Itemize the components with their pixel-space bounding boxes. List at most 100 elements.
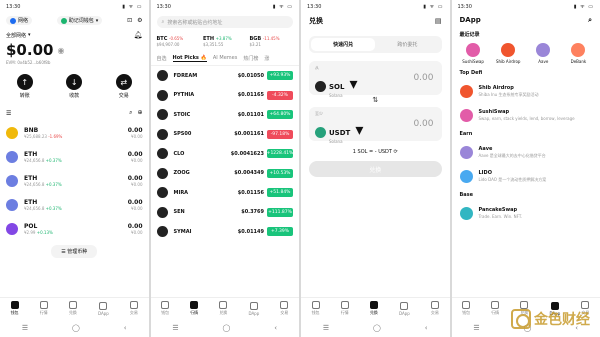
dapp-description: Swap, earn, stack yields, lend, borrow, … bbox=[478, 116, 575, 121]
swap-tab-icon bbox=[520, 301, 529, 309]
asset-row[interactable]: POL ¥2.99 +0.13% 0.00 ¥0.00 bbox=[0, 217, 149, 241]
market-row[interactable]: MIRA $0.01156 +51.84% bbox=[151, 183, 300, 203]
market-row[interactable]: SPS00 $0.001161 -97.18% bbox=[151, 125, 300, 145]
bell-icon[interactable]: 🔔︎ bbox=[134, 31, 143, 39]
tab-favorites[interactable]: 自选 bbox=[157, 55, 167, 62]
transfer-button[interactable]: ↑ 转账 bbox=[16, 74, 33, 99]
search-icon[interactable]: ⌕ bbox=[588, 16, 592, 25]
tab-trade[interactable]: 交易 bbox=[129, 301, 138, 316]
tab-market[interactable]: 行情 bbox=[39, 301, 48, 316]
swap-button[interactable]: 兑换 bbox=[309, 161, 442, 177]
token-name: MIRA bbox=[173, 189, 189, 196]
tab-swap[interactable]: 兑换 bbox=[369, 301, 378, 316]
dapp-list-item[interactable]: Aave Aave 是全球最大的去中心化借贷平台 bbox=[452, 140, 600, 164]
market-row[interactable]: SEN $0.3769 +111.87% bbox=[151, 203, 300, 223]
manage-tokens-button[interactable]: ☰ 管理币种 bbox=[51, 245, 98, 258]
tab-swap[interactable]: 兑换 bbox=[219, 301, 228, 316]
tab-dapp[interactable]: DApp bbox=[248, 301, 259, 316]
back-icon[interactable]: ‹ bbox=[124, 324, 127, 332]
search-input[interactable]: ⌕ 搜索名称或粘贴合约地址 bbox=[156, 16, 293, 28]
asset-row[interactable]: BNB ¥25,688.23 -1.69% 0.00 ¥0.00 bbox=[0, 121, 149, 145]
receive-button[interactable]: ↓ 收款 bbox=[66, 74, 83, 99]
wallet-selector[interactable]: 助记词钱包 ▾ bbox=[56, 16, 103, 25]
market-row[interactable]: FDREAM $0.01050 +93.93% bbox=[151, 66, 300, 86]
tab-market[interactable]: 行情 bbox=[190, 301, 199, 316]
menu-icon[interactable]: ☰ bbox=[323, 324, 329, 332]
eye-icon[interactable]: ◉ bbox=[57, 46, 64, 55]
tab-market[interactable]: 行情 bbox=[491, 301, 500, 316]
tab-wallet[interactable]: 钱包 bbox=[311, 301, 320, 316]
ticker-btc[interactable]: BTC -0.65% $94,907.00 bbox=[157, 36, 201, 47]
refresh-icon[interactable]: ⟳ bbox=[394, 149, 398, 155]
gear-icon[interactable]: ⚙ bbox=[137, 17, 142, 24]
back-icon[interactable]: ‹ bbox=[425, 324, 428, 332]
tab-trending[interactable]: 热门榜 bbox=[243, 55, 258, 62]
asset-unit-price: ¥2.99 bbox=[24, 230, 36, 235]
recent-dapp-item[interactable]: SushiSwap bbox=[459, 43, 487, 64]
recent-dapp-item[interactable]: DeBank bbox=[564, 43, 592, 64]
price-change-badge: +111.87% bbox=[267, 207, 293, 217]
dapp-list-item[interactable]: PancakeSwap Trade. Earn. Win. NFT. bbox=[452, 201, 600, 225]
recent-dapp-item[interactable]: Shib Airdrop bbox=[494, 43, 522, 64]
from-amount-input[interactable]: 0.00 bbox=[413, 73, 433, 83]
price-change-badge: +10.53% bbox=[267, 168, 293, 178]
market-row[interactable]: SYMAI $0.01149 +7.39% bbox=[151, 222, 300, 242]
dapp-name: LIDO bbox=[478, 169, 492, 176]
tab-market[interactable]: 行情 bbox=[340, 301, 349, 316]
tab-quick-swap[interactable]: 快速闪兑 bbox=[311, 38, 376, 51]
menu-icon[interactable]: ☰ bbox=[473, 324, 479, 332]
menu-icon[interactable]: ☰ bbox=[172, 324, 178, 332]
market-row[interactable]: STOIC $0.01101 +64.80% bbox=[151, 105, 300, 125]
recent-dapp-label: Aave bbox=[538, 59, 549, 64]
market-row[interactable]: PYTHIA $0.01165 -4.32% bbox=[151, 86, 300, 106]
tab-hot-picks[interactable]: Hot Picks 🔥 bbox=[172, 55, 207, 62]
bottom-nav: 钱包 行情 兑换 DApp 交易 bbox=[301, 297, 450, 319]
asset-row[interactable]: ETH ¥24,656.8 +0.37% 0.00 ¥0.00 bbox=[0, 193, 149, 217]
asset-fiat-value: ¥0.00 bbox=[131, 158, 143, 163]
tab-swap[interactable]: 兑换 bbox=[68, 301, 77, 316]
back-icon[interactable]: ‹ bbox=[274, 324, 277, 332]
asset-row[interactable]: ETH ¥24,656.8 +0.37% 0.00 ¥0.00 bbox=[0, 169, 149, 193]
ticker-bgb[interactable]: BGB -11.45% $3.21 bbox=[250, 36, 294, 47]
tab-ai-memes[interactable]: AI Memes bbox=[213, 55, 237, 62]
history-icon[interactable]: ▤ bbox=[435, 17, 442, 25]
tab-dapp[interactable]: DApp bbox=[98, 301, 109, 316]
filter-icon[interactable]: ☰ bbox=[6, 110, 11, 117]
tab-limit-order[interactable]: 跨价委托 bbox=[375, 38, 439, 51]
ticker-eth[interactable]: ETH +3.87% $3,351.55 bbox=[203, 36, 247, 47]
asset-row[interactable]: ETH ¥24,656.8 +0.37% 0.00 ¥0.00 bbox=[0, 145, 149, 169]
scan-icon[interactable]: ⊡ bbox=[127, 17, 132, 24]
tab-trade[interactable]: 交易 bbox=[280, 301, 289, 316]
tab-trade[interactable]: 交易 bbox=[430, 301, 439, 316]
system-nav: ☰ ◯ ‹ bbox=[151, 319, 300, 337]
dapp-list-item[interactable]: SushiSwap Swap, earn, stack yields, lend,… bbox=[452, 103, 600, 127]
market-row[interactable]: ZOOG $0.004349 +10.53% bbox=[151, 164, 300, 184]
account-label[interactable]: 全部网络 bbox=[6, 32, 26, 39]
recent-dapp-item[interactable]: Aave bbox=[529, 43, 557, 64]
tab-dapp[interactable]: DApp bbox=[399, 301, 410, 316]
dapp-list-item[interactable]: LIDO Lido DAO 是一个流动性质押解决方案 bbox=[452, 164, 600, 188]
search-icon[interactable]: ⌕ bbox=[129, 109, 132, 117]
network-chip[interactable]: 网络 bbox=[6, 16, 33, 25]
dapp-logo-icon bbox=[459, 169, 473, 183]
home-icon[interactable]: ◯ bbox=[373, 324, 381, 332]
status-time: 13:30 bbox=[6, 4, 21, 10]
tab-wallet[interactable]: 钱包 bbox=[10, 301, 19, 316]
system-nav: ☰ ◯ ‹ bbox=[0, 319, 149, 337]
dapp-tab-icon bbox=[400, 301, 409, 310]
token-price: $0.01149 bbox=[237, 228, 264, 235]
tab-wallet[interactable]: 钱包 bbox=[161, 301, 170, 316]
market-row[interactable]: CLO $0.0041623 +1228.41% bbox=[151, 144, 300, 164]
wallet-address[interactable]: EVM: 0x4b52...b60f8b bbox=[6, 60, 143, 65]
tab-gainers[interactable]: 涨 bbox=[264, 55, 269, 62]
trade-button[interactable]: ⇄ 交易 bbox=[115, 74, 132, 99]
add-icon[interactable]: ⊕ bbox=[137, 109, 142, 117]
dapp-description: Aave 是全球最大的去中心化借贷平台 bbox=[478, 152, 546, 158]
home-icon[interactable]: ◯ bbox=[72, 324, 80, 332]
screenshot-root: 13:30 ▮ ᯤ ▭ 网络 助记词钱包 ▾ ⊡ ⚙ 全部网络 ▾ 🔔︎ $0.00 ◉… bbox=[0, 0, 600, 337]
home-icon[interactable]: ◯ bbox=[223, 324, 231, 332]
menu-icon[interactable]: ☰ bbox=[22, 324, 28, 332]
dapp-list-item[interactable]: Shib Airdrop Shiba Inu 生态系统专享奖励活动 bbox=[452, 79, 600, 103]
tab-wallet[interactable]: 钱包 bbox=[462, 301, 471, 316]
asset-unit-price: ¥24,656.8 bbox=[24, 182, 45, 187]
